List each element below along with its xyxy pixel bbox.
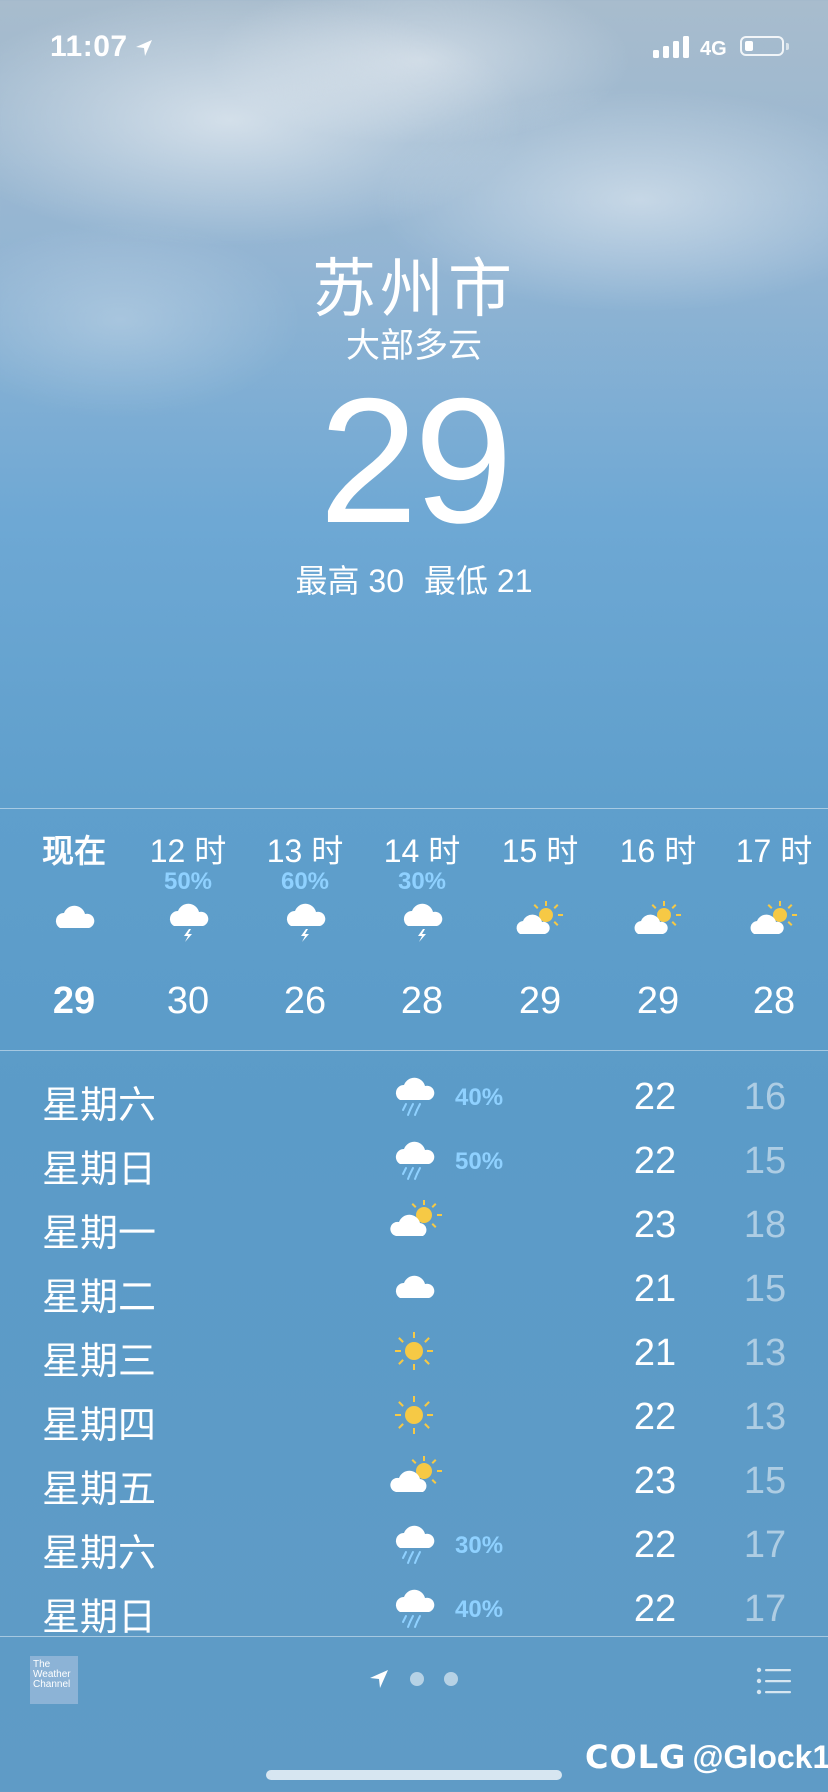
day-high: 22 bbox=[633, 1140, 677, 1182]
divider bbox=[0, 808, 828, 809]
day-low: 13 bbox=[743, 1332, 787, 1374]
rain-icon bbox=[394, 1588, 436, 1628]
divider bbox=[0, 1050, 828, 1051]
day-name: 星期日 bbox=[42, 1597, 157, 1639]
day-low: 15 bbox=[743, 1268, 787, 1310]
rain-icon bbox=[394, 1140, 436, 1180]
thunderstorm-icon bbox=[286, 903, 326, 942]
hour-label: 现在 bbox=[41, 833, 106, 869]
day-row: 星期日 40% 22 17 bbox=[0, 1576, 828, 1640]
high-temp: 最高 30 bbox=[295, 563, 405, 599]
partly-sunny-icon bbox=[390, 1200, 442, 1236]
thunderstorm-icon bbox=[403, 903, 443, 942]
day-low: 17 bbox=[743, 1588, 787, 1630]
hour-temp: 30 bbox=[166, 980, 210, 1022]
day-row: 星期日 50% 22 15 bbox=[0, 1128, 828, 1192]
day-name: 星期六 bbox=[42, 1533, 157, 1575]
battery-icon bbox=[740, 36, 789, 56]
day-low: 16 bbox=[743, 1076, 787, 1118]
day-low: 15 bbox=[743, 1460, 787, 1502]
hour-precip: 60% bbox=[280, 868, 330, 895]
high-low: 最高 30 最低 21 bbox=[0, 556, 828, 602]
hour-temp: 28 bbox=[400, 980, 444, 1022]
day-high: 21 bbox=[633, 1332, 677, 1374]
thunderstorm-icon bbox=[169, 903, 209, 942]
partly-sunny-icon bbox=[390, 1456, 442, 1492]
day-row: 星期六 30% 22 17 bbox=[0, 1512, 828, 1576]
page-dot[interactable] bbox=[410, 1672, 424, 1686]
day-name: 星期二 bbox=[42, 1277, 157, 1319]
partly-sunny-icon bbox=[750, 901, 797, 934]
day-name: 星期六 bbox=[42, 1085, 157, 1127]
hour-temp: 29 bbox=[52, 980, 96, 1022]
day-name: 星期三 bbox=[42, 1341, 157, 1383]
location-page-icon[interactable] bbox=[368, 1668, 390, 1690]
day-name: 星期四 bbox=[42, 1405, 157, 1447]
sun-icon bbox=[395, 1332, 433, 1370]
hour-label: 12 时 bbox=[149, 833, 227, 869]
watermark: COLG@Glock19 bbox=[585, 1738, 828, 1776]
day-name: 星期日 bbox=[42, 1149, 157, 1191]
rain-icon bbox=[394, 1524, 436, 1564]
watermark-handle: @Glock19 bbox=[692, 1739, 828, 1775]
weather-channel-logo[interactable]: The Weather Channel bbox=[30, 1656, 78, 1704]
day-row: 星期一 23 18 bbox=[0, 1192, 828, 1256]
status-bar: 11:07 4G bbox=[0, 0, 828, 100]
hour-label: 14 时 bbox=[383, 833, 461, 869]
day-name: 星期五 bbox=[42, 1469, 157, 1511]
hour-label: 17 时 bbox=[735, 833, 813, 869]
hour-temp: 28 bbox=[752, 980, 796, 1022]
day-row: 星期二 21 15 bbox=[0, 1256, 828, 1320]
list-icon[interactable] bbox=[756, 1666, 792, 1696]
status-time: 11:07 bbox=[50, 30, 128, 63]
sun-icon bbox=[395, 1396, 433, 1434]
day-low: 17 bbox=[743, 1524, 787, 1566]
city-name: 苏州市 bbox=[312, 253, 516, 325]
partly-sunny-icon bbox=[634, 901, 681, 934]
day-precip: 40% bbox=[455, 1596, 504, 1623]
day-high: 21 bbox=[633, 1268, 677, 1310]
hour-label: 15 时 bbox=[501, 833, 579, 869]
signal-bars-icon bbox=[653, 34, 689, 58]
day-high: 22 bbox=[633, 1076, 677, 1118]
cloud-icon bbox=[55, 905, 95, 928]
network-type: 4G bbox=[700, 38, 727, 60]
day-precip: 40% bbox=[455, 1084, 504, 1111]
page-dot[interactable] bbox=[444, 1672, 458, 1686]
rain-icon bbox=[394, 1076, 436, 1116]
current-temperature: 29 bbox=[319, 361, 513, 560]
hour-temp: 29 bbox=[518, 980, 562, 1022]
watermark-brand: COLG bbox=[585, 1738, 687, 1776]
day-precip: 30% bbox=[455, 1532, 504, 1559]
day-high: 23 bbox=[633, 1460, 677, 1502]
day-precip: 50% bbox=[455, 1148, 504, 1175]
low-temp: 最低 21 bbox=[424, 563, 533, 599]
hour-temp: 29 bbox=[636, 980, 680, 1022]
hour-precip: 50% bbox=[163, 868, 213, 895]
day-row: 星期四 22 13 bbox=[0, 1384, 828, 1448]
day-low: 13 bbox=[743, 1396, 787, 1438]
day-row: 星期三 21 13 bbox=[0, 1320, 828, 1384]
footer-toolbar: The Weather Channel COLG@Glock19 bbox=[0, 1636, 828, 1792]
day-high: 22 bbox=[633, 1396, 677, 1438]
page-indicator[interactable] bbox=[368, 1668, 458, 1690]
location-arrow-icon bbox=[136, 40, 152, 56]
day-row: 星期六 40% 22 16 bbox=[0, 1064, 828, 1128]
hour-precip: 30% bbox=[397, 868, 447, 895]
day-high: 22 bbox=[633, 1524, 677, 1566]
day-low: 15 bbox=[743, 1140, 787, 1182]
day-name: 星期一 bbox=[42, 1213, 157, 1255]
cloud-icon bbox=[395, 1275, 435, 1298]
day-high: 23 bbox=[633, 1204, 677, 1246]
day-low: 18 bbox=[743, 1204, 787, 1246]
hour-temp: 26 bbox=[283, 980, 327, 1022]
partly-sunny-icon bbox=[516, 901, 563, 934]
hourly-forecast[interactable]: 现在 29 12 时 50% 30 13 时 60% 26 14 时 30% 2… bbox=[0, 810, 828, 1050]
home-indicator[interactable] bbox=[266, 1770, 562, 1780]
day-row: 星期五 23 15 bbox=[0, 1448, 828, 1512]
day-high: 22 bbox=[633, 1588, 677, 1630]
condition-text: 大部多云 bbox=[346, 327, 482, 365]
hour-label: 16 时 bbox=[619, 833, 697, 869]
hour-label: 13 时 bbox=[266, 833, 344, 869]
